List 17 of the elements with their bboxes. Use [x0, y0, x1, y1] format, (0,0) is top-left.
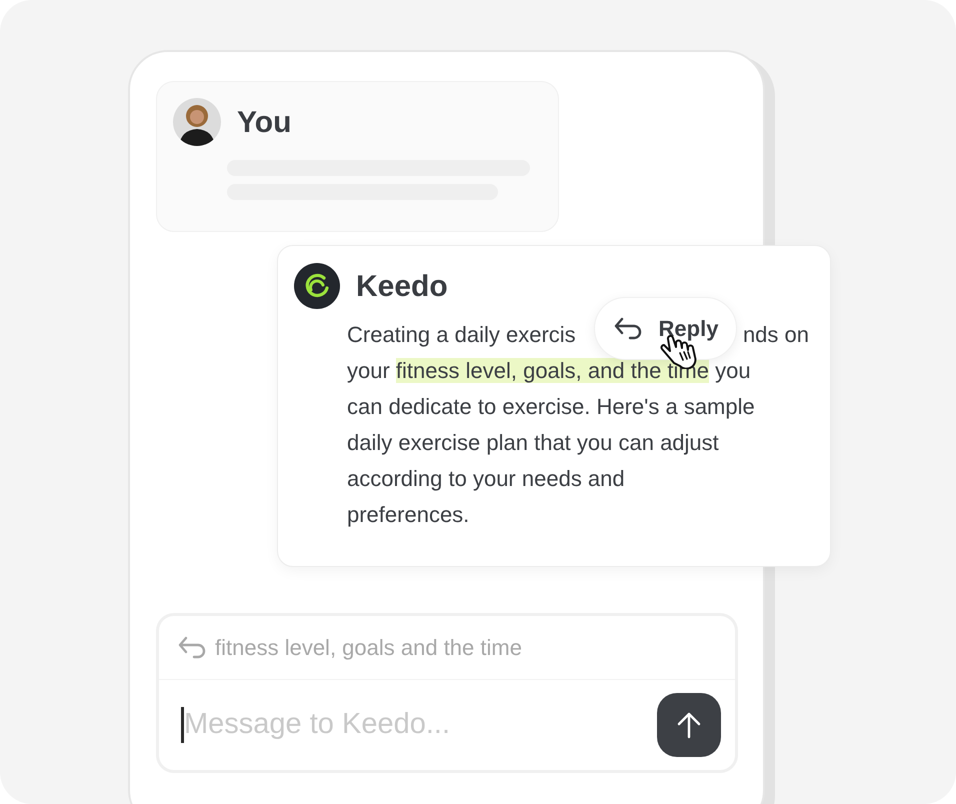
send-button[interactable]: [657, 693, 721, 757]
author-name: Keedo: [356, 268, 448, 304]
arrow-up-icon: [676, 711, 702, 739]
message-text: preferences.: [347, 502, 470, 527]
message-text: your: [347, 358, 391, 383]
text-cursor: [181, 707, 184, 743]
logo-icon: [294, 263, 340, 309]
message-text: nds on: [742, 321, 809, 349]
message-text: can dedicate to exercise. Here's a sample: [347, 394, 755, 419]
reply-icon: [612, 316, 643, 342]
message-text: according to your needs and: [347, 466, 625, 491]
message-text: Creating a daily exercis: [347, 321, 576, 349]
author-name: You: [237, 104, 292, 140]
message-text: daily exercise plan that you can adjust: [347, 430, 719, 455]
reply-icon: [177, 634, 207, 660]
quoted-text: fitness level, goals and the time: [215, 634, 522, 662]
message-text: you: [714, 358, 751, 383]
